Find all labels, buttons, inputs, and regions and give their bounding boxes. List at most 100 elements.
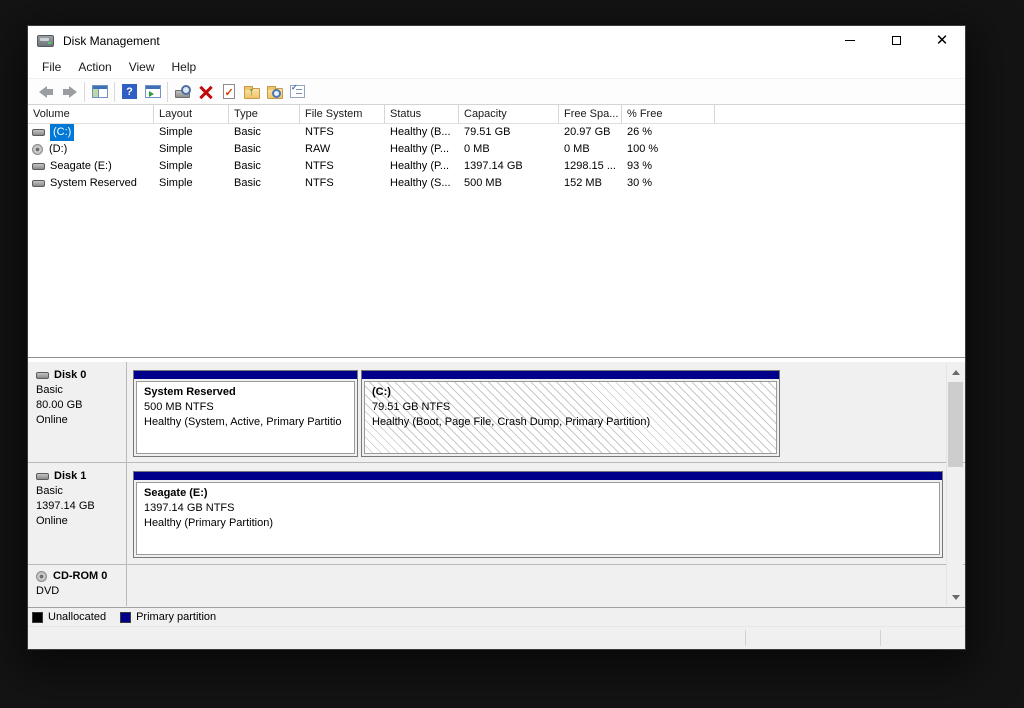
disk-management-window: Disk Management ✕ File Action View Help … xyxy=(27,25,966,650)
task-list-button[interactable] xyxy=(286,81,309,103)
cell-status: Healthy (P... xyxy=(385,141,459,158)
maximize-icon xyxy=(892,36,901,45)
partition-size: 500 MB NTFS xyxy=(144,400,347,415)
column-header-volume[interactable]: Volume xyxy=(28,105,154,124)
task-list-icon xyxy=(290,85,305,98)
volume-row-c[interactable]: (C:) Simple Basic NTFS Healthy (B... 79.… xyxy=(28,124,965,141)
minimize-icon xyxy=(845,40,855,41)
column-header-type[interactable]: Type xyxy=(229,105,300,124)
maximize-button[interactable] xyxy=(873,26,919,55)
column-header-file-system[interactable]: File System xyxy=(300,105,385,124)
properties-button[interactable] xyxy=(217,81,240,103)
cell-pct-free: 26 % xyxy=(622,124,715,141)
disk-icon xyxy=(36,372,49,379)
delete-button[interactable] xyxy=(194,81,217,103)
partition-c-selected[interactable]: (C:) 79.51 GB NTFS Healthy (Boot, Page F… xyxy=(361,370,780,457)
partition-seagate-e[interactable]: Seagate (E:) 1397.14 GB NTFS Healthy (Pr… xyxy=(133,471,943,558)
cell-capacity: 1397.14 GB xyxy=(459,158,559,175)
open-button[interactable] xyxy=(240,81,263,103)
partition-size: 79.51 GB NTFS xyxy=(372,400,769,415)
volume-label: System Reserved xyxy=(50,175,137,192)
cell-layout: Simple xyxy=(154,141,229,158)
disk-size: 1397.14 GB xyxy=(36,499,126,514)
properties-check-icon xyxy=(223,84,235,99)
volume-row-d[interactable]: (D:) Simple Basic RAW Healthy (P... 0 MB… xyxy=(28,141,965,158)
explore-folder-icon xyxy=(267,88,283,99)
hdd-icon xyxy=(32,129,45,136)
cell-layout: Simple xyxy=(154,175,229,192)
unallocated-swatch xyxy=(32,612,43,623)
disk-type: Basic xyxy=(36,383,126,398)
column-header-capacity[interactable]: Capacity xyxy=(459,105,559,124)
disk-size: 80.00 GB xyxy=(36,398,126,413)
cdrom-header[interactable]: CD-ROM 0 DVD xyxy=(28,565,127,606)
hdd-icon xyxy=(32,163,45,170)
menu-file[interactable]: File xyxy=(34,58,69,76)
hdd-icon xyxy=(32,180,45,187)
scroll-up-button[interactable] xyxy=(947,363,964,380)
cdrom-icon xyxy=(36,571,47,582)
primary-partition-swatch xyxy=(120,612,131,623)
legend-unallocated: Unallocated xyxy=(32,611,106,623)
scroll-down-icon xyxy=(952,595,960,604)
close-button[interactable]: ✕ xyxy=(919,26,965,55)
cell-capacity: 0 MB xyxy=(459,141,559,158)
window-title: Disk Management xyxy=(63,34,160,48)
cell-free-space: 1298.15 ... xyxy=(559,158,622,175)
menu-help[interactable]: Help xyxy=(164,58,205,76)
disk1-header[interactable]: Disk 1 Basic 1397.14 GB Online xyxy=(28,463,127,564)
delete-icon xyxy=(199,85,213,99)
back-button[interactable] xyxy=(35,81,58,103)
column-header-free-space[interactable]: Free Spa... xyxy=(559,105,622,124)
disk1-partitions: Seagate (E:) 1397.14 GB NTFS Healthy (Pr… xyxy=(128,463,945,564)
cdrom-icon xyxy=(32,144,43,155)
cell-capacity: 79.51 GB xyxy=(459,124,559,141)
minimize-button[interactable] xyxy=(827,26,873,55)
menu-view[interactable]: View xyxy=(121,58,163,76)
show-console-tree-button[interactable] xyxy=(88,81,111,103)
statusbar-separator xyxy=(880,630,881,646)
disk-name: CD-ROM 0 xyxy=(53,570,107,582)
volume-label-selected: (C:) xyxy=(50,124,74,141)
volume-label: (D:) xyxy=(49,141,67,158)
status-bar xyxy=(28,626,965,649)
cell-file-system: NTFS xyxy=(300,124,385,141)
scroll-down-button[interactable] xyxy=(947,589,964,606)
graphical-view: Disk 0 Basic 80.00 GB Online System Rese… xyxy=(28,362,965,607)
console-tree-icon xyxy=(92,85,108,98)
vertical-scrollbar[interactable] xyxy=(946,363,963,606)
legend-label: Unallocated xyxy=(48,611,106,623)
volume-list-header: Volume Layout Type File System Status Ca… xyxy=(28,105,965,124)
column-header-layout[interactable]: Layout xyxy=(154,105,229,124)
cell-layout: Simple xyxy=(154,158,229,175)
menu-action[interactable]: Action xyxy=(70,58,119,76)
disk0-header[interactable]: Disk 0 Basic 80.00 GB Online xyxy=(28,362,127,462)
volume-label: Seagate (E:) xyxy=(50,158,112,175)
help-button[interactable]: ? xyxy=(118,81,141,103)
volume-list: Volume Layout Type File System Status Ca… xyxy=(28,105,965,358)
cell-free-space: 0 MB xyxy=(559,141,622,158)
menu-bar: File Action View Help xyxy=(28,56,965,78)
disk-row-0: Disk 0 Basic 80.00 GB Online System Rese… xyxy=(28,362,965,463)
cell-type: Basic xyxy=(229,175,300,192)
column-header-pct-free[interactable]: % Free xyxy=(622,105,715,124)
cdrom-partitions xyxy=(128,565,945,606)
refresh-device-button[interactable] xyxy=(171,81,194,103)
primary-partition-bar xyxy=(362,371,779,379)
disk-name: Disk 1 xyxy=(54,470,86,482)
cell-pct-free: 93 % xyxy=(622,158,715,175)
show-action-pane-button[interactable] xyxy=(141,81,164,103)
partition-system-reserved[interactable]: System Reserved 500 MB NTFS Healthy (Sys… xyxy=(133,370,358,457)
volume-row-system-reserved[interactable]: System Reserved Simple Basic NTFS Health… xyxy=(28,175,965,192)
column-header-filler xyxy=(715,105,965,124)
toolbar: ? xyxy=(28,78,965,105)
disk0-partitions: System Reserved 500 MB NTFS Healthy (Sys… xyxy=(128,362,945,462)
legend-primary-partition: Primary partition xyxy=(120,611,216,623)
forward-button[interactable] xyxy=(58,81,81,103)
volume-row-seagate[interactable]: Seagate (E:) Simple Basic NTFS Healthy (… xyxy=(28,158,965,175)
scrollbar-thumb[interactable] xyxy=(948,382,963,467)
explore-button[interactable] xyxy=(263,81,286,103)
column-header-status[interactable]: Status xyxy=(385,105,459,124)
cell-type: Basic xyxy=(229,158,300,175)
legend-label: Primary partition xyxy=(136,611,216,623)
